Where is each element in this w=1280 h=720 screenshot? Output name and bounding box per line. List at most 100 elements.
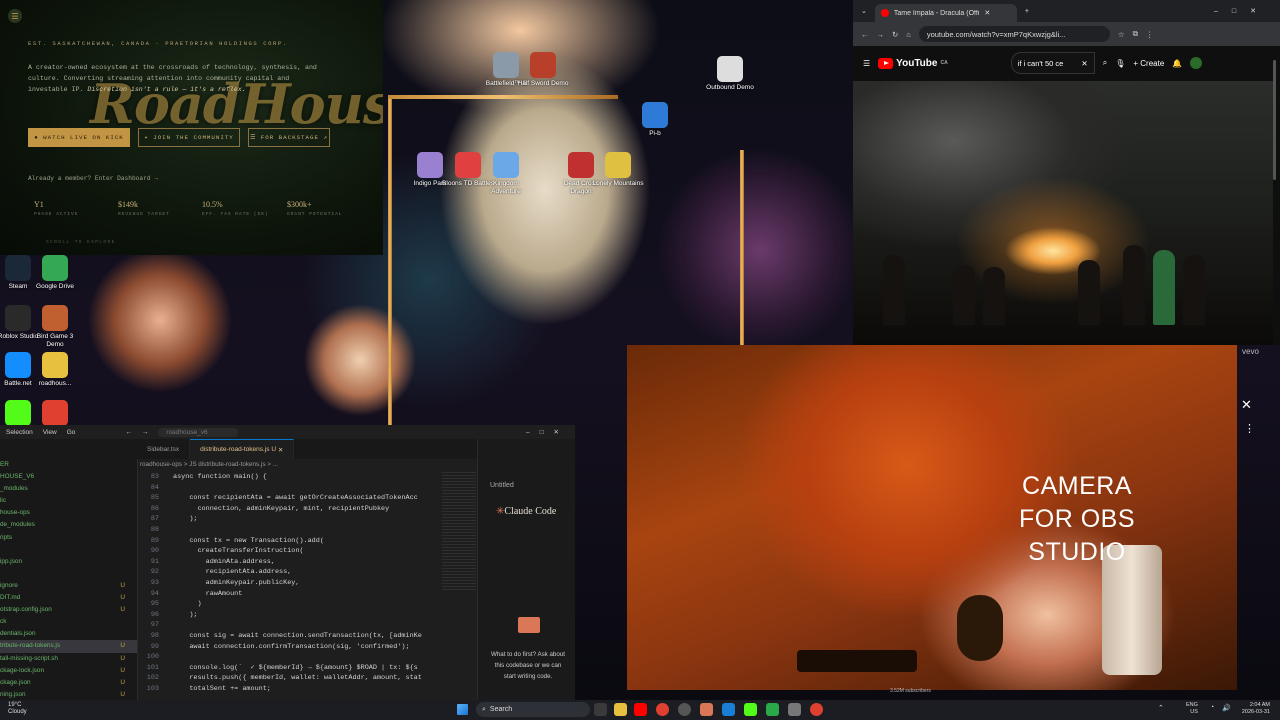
- desktop-icon[interactable]: Google Drive: [28, 255, 82, 291]
- tab-sidebar[interactable]: Sidebar.tsx: [137, 439, 191, 459]
- menu-icon[interactable]: ☰: [8, 9, 22, 23]
- browser-tab[interactable]: Tame Impala - Dracula (Offi ✕: [874, 4, 1017, 22]
- file-tree-item[interactable]: de_modules: [0, 519, 137, 531]
- url-field[interactable]: youtube.com/watch?v=xmP7qKxwzjg&li...: [918, 26, 1110, 42]
- file-tree-item[interactable]: ER: [0, 459, 137, 471]
- file-tree-item[interactable]: ning.json U: [0, 689, 137, 700]
- create-button[interactable]: + Create: [1133, 59, 1164, 68]
- file-tree-item[interactable]: [0, 568, 137, 580]
- file-tree-item[interactable]: tall-missing-script.sh U: [0, 653, 137, 665]
- back-icon[interactable]: ←: [125, 429, 132, 436]
- code-line[interactable]: 100: [137, 652, 442, 663]
- kick-taskbar-icon[interactable]: [744, 703, 757, 716]
- chrome-taskbar-icon[interactable]: [656, 703, 669, 716]
- menu-selection[interactable]: Selection: [6, 429, 33, 436]
- file-tree-item[interactable]: ipp.json: [0, 556, 137, 568]
- desktop-icon[interactable]: [28, 400, 82, 428]
- code-line[interactable]: 98 const sig = await connection.sendTran…: [137, 631, 442, 642]
- desktop-icon[interactable]: Half Sword Demo: [516, 52, 570, 88]
- youtube-search-input[interactable]: if i can't 50 ce ✕: [1010, 52, 1095, 74]
- code-line[interactable]: 90 createTransferInstruction(: [137, 546, 442, 557]
- sheets-taskbar-icon[interactable]: [766, 703, 779, 716]
- tray-overflow-icon[interactable]: ⌃: [1158, 704, 1164, 712]
- avatar[interactable]: [1190, 57, 1203, 69]
- backstage-button[interactable]: ☰ FOR BACKSTAGE ↗: [248, 128, 330, 147]
- code-line[interactable]: 92 recipientAta.address,: [137, 567, 442, 578]
- code-line[interactable]: 101 console.log(` ✓ ${memberId} → ${amou…: [137, 663, 442, 674]
- new-tab-icon[interactable]: +: [1025, 8, 1029, 15]
- code-line[interactable]: 87 );: [137, 514, 442, 525]
- code-line[interactable]: 96 );: [137, 610, 442, 621]
- notifications-icon[interactable]: 🔔: [1172, 59, 1182, 68]
- settings-taskbar-icon[interactable]: [788, 703, 801, 716]
- desktop-icon[interactable]: Pi-b: [628, 102, 682, 138]
- file-explorer-icon[interactable]: [614, 703, 627, 716]
- search-icon[interactable]: ⌕: [1103, 58, 1107, 68]
- code-line[interactable]: 94 rawAmount: [137, 589, 442, 600]
- extensions-icon[interactable]: ⧉: [1133, 29, 1138, 39]
- desktop-icon[interactable]: Lonely Mountains: [591, 152, 645, 188]
- code-line[interactable]: 102 results.push({ memberId, wallet: wal…: [137, 673, 442, 684]
- youtube-taskbar-icon[interactable]: [634, 703, 647, 716]
- minimap[interactable]: [442, 472, 476, 592]
- language-indicator[interactable]: ENG US: [1186, 702, 1198, 716]
- youtube-logo[interactable]: YouTube CA: [878, 57, 948, 69]
- desktop-icon[interactable]: roadhous...: [28, 352, 82, 388]
- scrollbar[interactable]: [1273, 60, 1276, 180]
- home-icon[interactable]: ⌂: [906, 30, 911, 39]
- back-icon[interactable]: ←: [861, 30, 869, 39]
- file-tree-item[interactable]: dentials.json: [0, 628, 137, 640]
- hamburger-menu-icon[interactable]: ☰: [863, 59, 870, 68]
- window-controls[interactable]: –□✕: [526, 428, 569, 436]
- window-controls[interactable]: –□✕: [1214, 7, 1270, 15]
- browser-menu-icon[interactable]: ⋮: [1146, 30, 1154, 39]
- watch-live-button[interactable]: ● WATCH LIVE ON KICK: [28, 128, 130, 147]
- forward-icon[interactable]: →: [142, 429, 149, 436]
- file-tree-item[interactable]: ripts: [0, 532, 137, 544]
- desktop-icon[interactable]: Kingdom Adventure: [479, 152, 533, 196]
- close-tab-icon[interactable]: ✕: [278, 446, 283, 454]
- forward-icon[interactable]: →: [877, 30, 885, 39]
- code-line[interactable]: 95 ): [137, 599, 442, 610]
- code-line[interactable]: 97: [137, 620, 442, 631]
- camera-menu-icon[interactable]: ⋮: [1244, 422, 1255, 435]
- enter-dashboard-link[interactable]: Already a member? Enter Dashboard →: [28, 175, 158, 182]
- command-center-search[interactable]: roadhouse_v6: [158, 427, 238, 437]
- close-camera-icon[interactable]: ✕: [1241, 397, 1252, 413]
- desktop-icon[interactable]: Outbound Demo: [703, 56, 757, 92]
- code-line[interactable]: 103 totalSent += amount;: [137, 684, 442, 695]
- file-tree-item[interactable]: HOUSE_V6: [0, 471, 137, 483]
- network-icon[interactable]: ◔: [1210, 704, 1214, 711]
- file-tree-item[interactable]: ck: [0, 616, 137, 628]
- file-tree-item[interactable]: house-ops: [0, 507, 137, 519]
- obs-taskbar-icon[interactable]: [678, 703, 691, 716]
- file-tree-item[interactable]: DIT.md U: [0, 592, 137, 604]
- desktop-icon[interactable]: Bird Game 3 Demo: [28, 305, 82, 349]
- menu-view[interactable]: View: [43, 429, 57, 436]
- task-view-icon[interactable]: [594, 703, 607, 716]
- menu-go[interactable]: Go: [67, 429, 76, 436]
- weather-widget[interactable]: 19°C Cloudy: [8, 702, 27, 716]
- breadcrumb[interactable]: roadhouse-ops > JS distribute-road-token…: [140, 461, 278, 468]
- code-line[interactable]: 99 await connection.confirmTransaction(s…: [137, 642, 442, 653]
- clear-search-icon[interactable]: ✕: [1081, 59, 1087, 68]
- code-line[interactable]: 83 async function main() {: [137, 472, 442, 483]
- code-editor[interactable]: 83 async function main() {84 85 const reci…: [137, 472, 442, 694]
- code-line[interactable]: 88: [137, 525, 442, 536]
- tab-distribute-road-tokens[interactable]: distribute-road-tokens.js U ✕: [190, 439, 295, 459]
- tab-list-icon[interactable]: ⌄: [861, 7, 867, 15]
- file-tree-item[interactable]: ckage.json U: [0, 677, 137, 689]
- code-line[interactable]: 93 adminKeypair.publicKey,: [137, 578, 442, 589]
- vscode-taskbar-icon[interactable]: [722, 703, 735, 716]
- file-tree-item[interactable]: tribute-road-tokens.js U: [0, 640, 137, 653]
- code-line[interactable]: 86 connection, adminKeypair, mint, recip…: [137, 504, 442, 515]
- chrome-profile-taskbar-icon[interactable]: [810, 703, 823, 716]
- reload-icon[interactable]: ↻: [892, 30, 898, 39]
- file-tree-item[interactable]: otstrap.config.json U: [0, 604, 137, 616]
- microphone-icon[interactable]: 🎙: [1115, 59, 1125, 68]
- close-tab-icon[interactable]: ✕: [984, 9, 990, 17]
- volume-icon[interactable]: 🔊: [1222, 704, 1231, 712]
- start-button-icon[interactable]: [457, 704, 468, 715]
- file-tree-item[interactable]: _modules: [0, 483, 137, 495]
- video-player[interactable]: [853, 81, 1273, 345]
